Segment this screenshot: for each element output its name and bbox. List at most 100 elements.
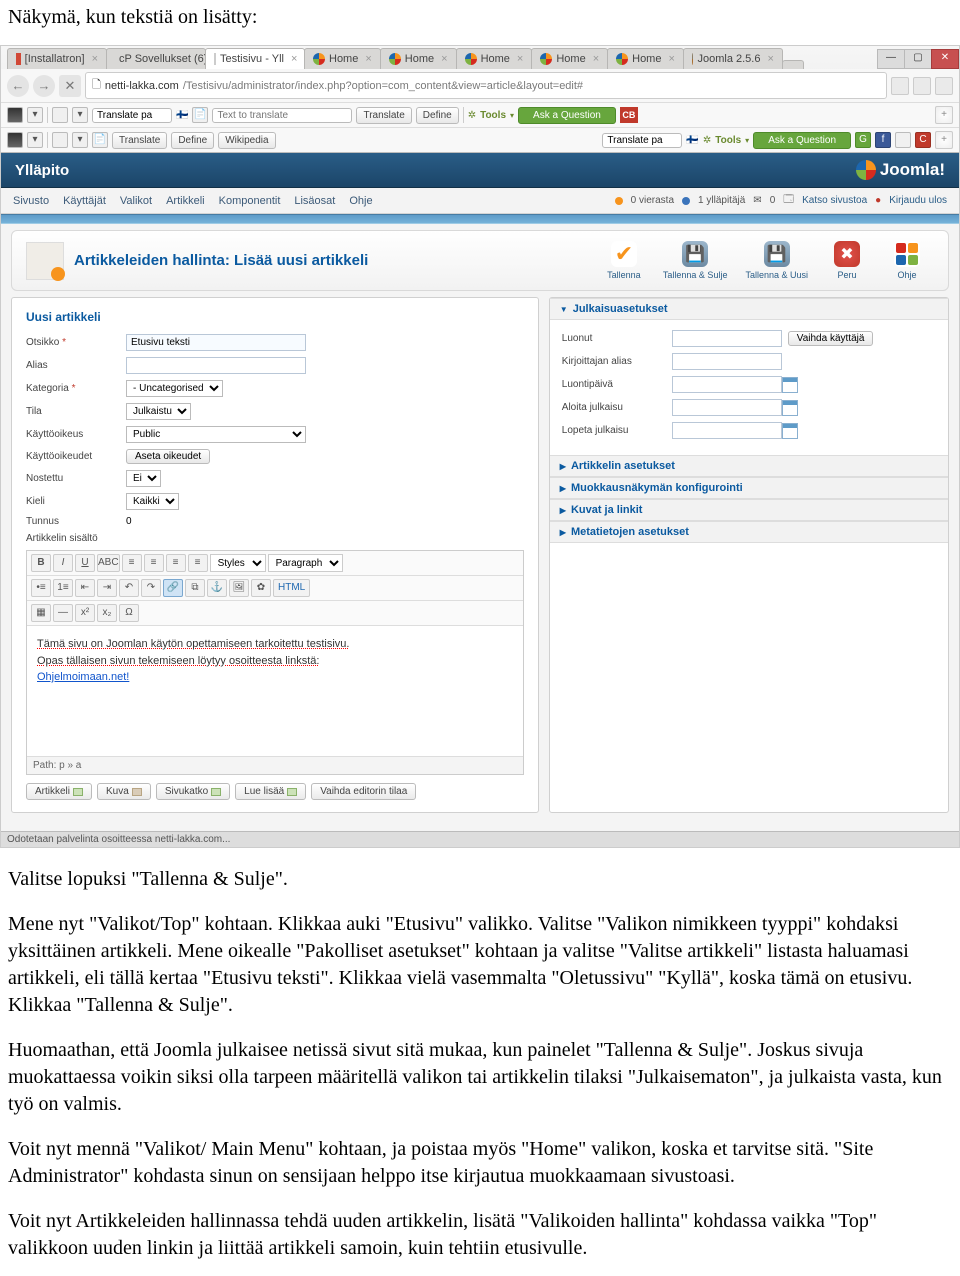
share-icon[interactable] (895, 132, 911, 148)
toolbar-icon[interactable]: 📄 (92, 132, 108, 148)
translate-select[interactable] (602, 133, 682, 148)
close-icon[interactable]: × (365, 53, 371, 65)
artikkeli-button[interactable]: Artikkeli (26, 783, 92, 800)
set-permissions-button[interactable]: Aseta oikeudet (126, 449, 210, 464)
accordion-metatiedot[interactable]: Metatietojen asetukset (550, 521, 948, 543)
table-icon[interactable]: ▦ (31, 604, 51, 622)
nostettu-select[interactable]: Ei (126, 470, 161, 487)
accordion-kuvat-linkit[interactable]: Kuvat ja linkit (550, 499, 948, 521)
view-site-link[interactable]: Katso sivustoa (802, 195, 867, 206)
calendar-icon[interactable] (782, 377, 798, 393)
close-icon[interactable]: × (441, 53, 447, 65)
align-justify-icon[interactable]: ≡ (188, 554, 208, 572)
define-button[interactable]: Define (416, 107, 459, 124)
paragraph-select[interactable]: Paragraph (268, 554, 343, 572)
sivukatko-button[interactable]: Sivukatko (156, 783, 230, 800)
google-icon[interactable]: G (855, 132, 871, 148)
mail-icon[interactable]: ✉ (753, 195, 761, 206)
magnify-icon[interactable] (913, 77, 931, 95)
logout-icon[interactable]: ● (875, 195, 881, 206)
save-close-button[interactable]: 💾Tallenna & Sulje (657, 239, 734, 282)
browser-tab[interactable]: Joomla 2.5.6× (683, 48, 783, 69)
browser-tab[interactable]: [Installatron]× (7, 48, 107, 69)
unlink-icon[interactable]: ⧉ (185, 579, 205, 597)
reload-icon[interactable]: ✕ (59, 75, 81, 97)
kieli-select[interactable]: Kaikki (126, 493, 179, 510)
outdent-icon[interactable]: ⇤ (75, 579, 95, 597)
gear-icon[interactable]: ✲ (703, 135, 711, 146)
char-icon[interactable]: Ω (119, 604, 139, 622)
redo-icon[interactable]: ↷ (141, 579, 161, 597)
html-icon[interactable]: HTML (273, 579, 310, 597)
anchor-icon[interactable]: ⚓ (207, 579, 227, 597)
close-icon[interactable]: × (92, 53, 98, 65)
ask-question-button[interactable]: Ask a Question (753, 132, 851, 149)
close-icon[interactable]: × (767, 53, 773, 65)
dropdown-icon[interactable]: ▾ (72, 132, 88, 148)
browser-tab[interactable]: Home× (607, 48, 684, 69)
window-close-icon[interactable]: ✕ (931, 49, 959, 69)
c-icon[interactable]: C (915, 132, 931, 148)
browser-tab[interactable]: cP Sovellukset (6)× (106, 48, 206, 69)
minimize-icon[interactable]: — (877, 49, 905, 69)
define-button[interactable]: Define (171, 132, 214, 149)
cancel-button[interactable]: ✖Peru (820, 239, 874, 282)
calendar-icon[interactable] (782, 423, 798, 439)
bold-icon[interactable]: B (31, 554, 51, 572)
sub-icon[interactable]: x² (75, 604, 95, 622)
vaihda-kayttaja-button[interactable]: Vaihda käyttäjä (788, 331, 874, 346)
browser-tab[interactable]: Home× (380, 48, 457, 69)
kategoria-select[interactable]: - Uncategorised (126, 380, 223, 397)
menu-lisaosat[interactable]: Lisäosat (294, 195, 335, 207)
align-center-icon[interactable]: ≡ (144, 554, 164, 572)
tila-select[interactable]: Julkaistu (126, 403, 191, 420)
close-icon[interactable]: × (291, 53, 297, 65)
text-to-translate-input[interactable] (212, 108, 352, 123)
menu-sivusto[interactable]: Sivusto (13, 195, 49, 207)
wrench-icon[interactable] (935, 77, 953, 95)
browser-tab[interactable]: Home× (456, 48, 533, 69)
dropdown-icon[interactable]: ▾ (27, 107, 43, 123)
italic-icon[interactable]: I (53, 554, 73, 572)
browser-tab[interactable]: Home× (531, 48, 608, 69)
toolbar-icon[interactable] (7, 132, 23, 148)
close-icon[interactable]: × (517, 53, 523, 65)
link-icon[interactable]: 🔗 (163, 579, 183, 597)
gear-icon[interactable]: ✲ (468, 110, 476, 121)
kuva-button[interactable]: Kuva (97, 783, 151, 800)
help-button[interactable]: Ohje (880, 239, 934, 282)
close-icon[interactable]: × (668, 53, 674, 65)
strike-icon[interactable]: ABC (97, 554, 120, 572)
indent-icon[interactable]: ⇥ (97, 579, 117, 597)
aloita-julkaisu-input[interactable] (672, 399, 782, 416)
undo-icon[interactable]: ↶ (119, 579, 139, 597)
facebook-icon[interactable]: f (875, 132, 891, 148)
luelisaa-button[interactable]: Lue lisää (235, 783, 306, 800)
forward-icon[interactable]: → (33, 75, 55, 97)
wikipedia-button[interactable]: Wikipedia (218, 132, 275, 149)
tools-label[interactable]: Tools (480, 110, 506, 121)
toolbar-icon[interactable] (7, 107, 23, 123)
clean-icon[interactable]: ✿ (251, 579, 271, 597)
otsikko-input[interactable] (126, 334, 306, 351)
add-icon[interactable]: + (935, 106, 953, 124)
list-ol-icon[interactable]: 1≡ (53, 579, 73, 597)
save-new-button[interactable]: 💾Tallenna & Uusi (739, 239, 814, 282)
dropdown-icon[interactable]: ▾ (72, 107, 88, 123)
new-tab-button[interactable] (782, 60, 804, 69)
vaihda-editori-button[interactable]: Vaihda editorin tilaa (311, 783, 416, 800)
back-icon[interactable]: ← (7, 75, 29, 97)
save-button[interactable]: ✔Tallenna (597, 239, 651, 282)
close-icon[interactable]: × (593, 53, 599, 65)
lopeta-julkaisu-input[interactable] (672, 422, 782, 439)
image-icon[interactable]: 🖼 (229, 579, 249, 597)
editor-content[interactable]: Tämä sivu on Joomlan käytön opettamiseen… (27, 626, 523, 756)
menu-ohje[interactable]: Ohje (349, 195, 372, 207)
browser-tab[interactable]: Home× (304, 48, 381, 69)
kirjoittajan-alias-input[interactable] (672, 353, 782, 370)
accordion-muokkausnakyma[interactable]: Muokkausnäkymän konfigurointi (550, 477, 948, 499)
translate-select[interactable] (92, 108, 172, 123)
translate-button[interactable]: Translate (112, 132, 167, 149)
hr-icon[interactable]: — (53, 604, 73, 622)
toolbar-icon[interactable] (52, 132, 68, 148)
